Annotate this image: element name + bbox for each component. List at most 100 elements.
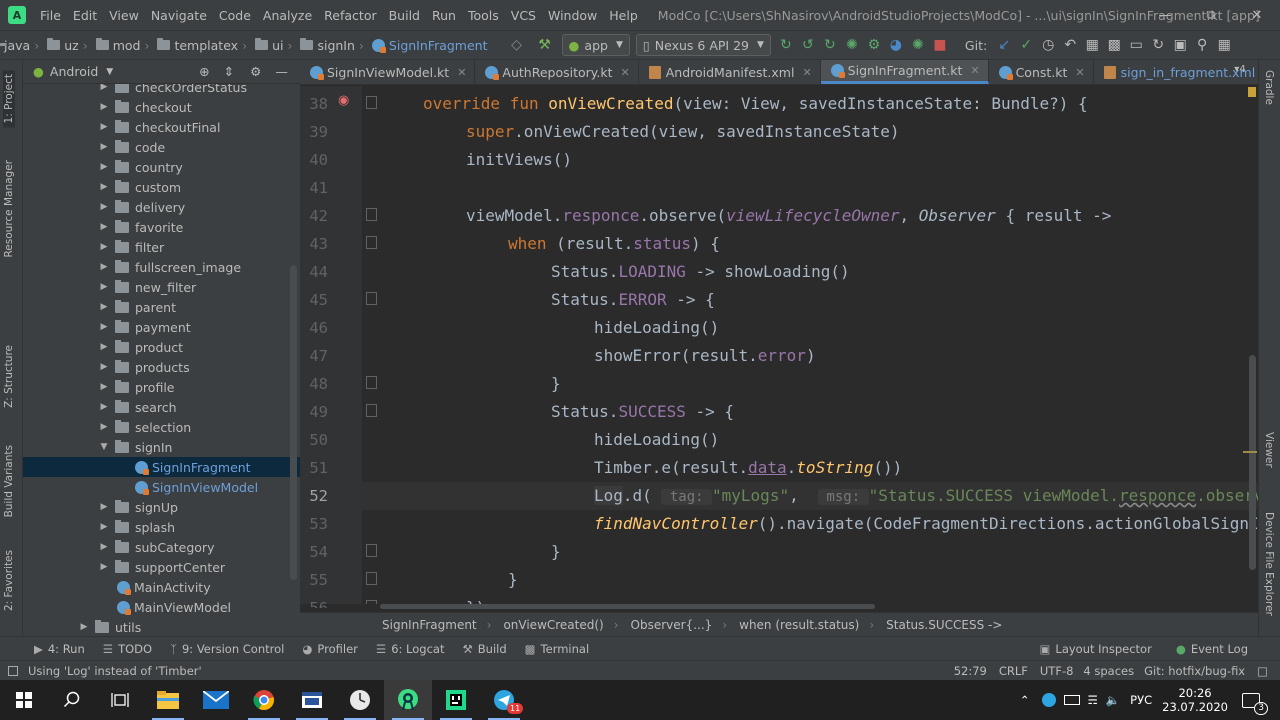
tab-androidmanifest-xml[interactable]: AndroidManifest.xml ✕: [639, 60, 821, 84]
coverage-icon[interactable]: ⚙: [863, 34, 885, 56]
toolwindow-profiler[interactable]: ◕ Profiler: [302, 642, 358, 656]
toolwindow-build[interactable]: ⚒ Build: [462, 642, 506, 656]
tab-resource-manager[interactable]: Resource Manager: [3, 160, 15, 258]
chevron-right-icon[interactable]: ▶: [99, 142, 109, 152]
tab-viewer[interactable]: Viewer: [1263, 432, 1275, 468]
indent-setting[interactable]: 4 spaces: [1083, 664, 1134, 678]
tree-item-selection[interactable]: ▶ selection: [23, 417, 300, 437]
clock-app-icon[interactable]: [336, 680, 384, 720]
tree-item-supportcenter[interactable]: ▶ supportCenter: [23, 557, 300, 577]
fold-icon[interactable]: [366, 404, 377, 417]
sdk-manager-icon[interactable]: ▩: [1103, 34, 1125, 56]
tree-item-profile[interactable]: ▶ profile: [23, 377, 300, 397]
tree-item-signin[interactable]: ▼ signIn: [23, 437, 300, 457]
apply-changes-icon[interactable]: ↻: [775, 34, 797, 56]
chevron-right-icon[interactable]: ▶: [79, 622, 89, 632]
tree-item-new-filter[interactable]: ▶ new_filter: [23, 277, 300, 297]
tree-item-filter[interactable]: ▶ filter: [23, 237, 300, 257]
chevron-down-icon[interactable]: ▼: [99, 442, 109, 452]
avd-manager-icon[interactable]: ▭: [1125, 34, 1147, 56]
tree-item-parent[interactable]: ▶ parent: [23, 297, 300, 317]
fold-icon[interactable]: [366, 376, 377, 389]
tree-item-delivery[interactable]: ▶ delivery: [23, 197, 300, 217]
git-commit-icon[interactable]: ✓: [1015, 34, 1037, 56]
tree-item-signinfragment[interactable]: SignInFragment: [23, 457, 300, 477]
tree-item-signinviewmodel[interactable]: SignInViewModel: [23, 477, 300, 497]
warning-marker-icon[interactable]: [1248, 87, 1256, 97]
chevron-right-icon[interactable]: ▶: [99, 102, 109, 112]
tree-item-checkoutfinal[interactable]: ▶ checkoutFinal: [23, 117, 300, 137]
task-view-icon[interactable]: [96, 680, 144, 720]
sync-gradle-icon[interactable]: ↻: [1147, 34, 1169, 56]
chevron-right-icon[interactable]: ▶: [99, 342, 109, 352]
close-tab-icon[interactable]: ✕: [621, 66, 630, 79]
chevron-right-icon[interactable]: ▶: [99, 242, 109, 252]
tree-item-checkout[interactable]: ▶ checkout: [23, 97, 300, 117]
editor-horizontal-scrollbar[interactable]: [380, 604, 875, 609]
git-rollback-icon[interactable]: ↶: [1059, 34, 1081, 56]
tree-item-fullscreen-image[interactable]: ▶ fullscreen_image: [23, 257, 300, 277]
tree-item-products[interactable]: ▶ products: [23, 357, 300, 377]
word-pad-icon[interactable]: [288, 680, 336, 720]
chevron-right-icon[interactable]: ▶: [99, 562, 109, 572]
pycharm-like-icon[interactable]: [432, 680, 480, 720]
lock-icon[interactable]: □: [1257, 664, 1268, 678]
toolwindow-layout-inspector[interactable]: ▣ Layout Inspector: [1040, 642, 1152, 656]
chevron-up-icon[interactable]: ⌃: [1020, 693, 1030, 707]
chevron-right-icon[interactable]: ▶: [99, 162, 109, 172]
stop-icon[interactable]: ■: [929, 34, 951, 56]
line-separator[interactable]: CRLF: [999, 664, 1028, 678]
menu-help[interactable]: Help: [603, 8, 644, 23]
git-branch[interactable]: Git: hotfix/bug-fix: [1144, 664, 1245, 678]
gear-icon[interactable]: ⚙: [250, 64, 261, 79]
hammer-icon[interactable]: ⚒: [534, 34, 556, 56]
debug-icon[interactable]: ✺: [841, 34, 863, 56]
override-marker-icon[interactable]: ◉: [338, 93, 349, 108]
menu-file[interactable]: File: [34, 8, 67, 23]
tabs-overflow[interactable]: ▾4: [1226, 64, 1254, 75]
network-icon[interactable]: ☴: [1088, 693, 1098, 707]
crumb-signinfragment[interactable]: SignInFragment: [364, 38, 488, 53]
tree-item-checkorderstatus[interactable]: ▶ checkOrderStatus: [23, 84, 300, 97]
close-tab-icon[interactable]: ✕: [1075, 66, 1084, 79]
run-icon[interactable]: ↻: [819, 34, 841, 56]
telegram-icon[interactable]: 11: [480, 680, 528, 720]
battery-icon[interactable]: [1063, 695, 1080, 705]
crumb-signin[interactable]: signIn ›: [292, 38, 364, 53]
chevron-right-icon[interactable]: ▶: [99, 182, 109, 192]
windows-start-icon[interactable]: [0, 680, 48, 720]
breadcrumb-observer[interactable]: Observer{...}: [619, 618, 723, 632]
breadcrumb-branch[interactable]: Status.SUCCESS ->: [874, 618, 1012, 632]
crumb-uz[interactable]: uz ›: [39, 38, 88, 53]
crumb-ui[interactable]: ui ›: [247, 38, 292, 53]
chevron-right-icon[interactable]: ▶: [99, 262, 109, 272]
caret-position[interactable]: 52:79: [954, 664, 987, 678]
breadcrumb-when[interactable]: when (result.status): [727, 618, 869, 632]
chevron-right-icon[interactable]: ▶: [99, 522, 109, 532]
notifications-icon[interactable]: 3: [1242, 692, 1268, 715]
close-tab-icon[interactable]: ✕: [970, 64, 979, 77]
crumb-mod[interactable]: mod ›: [88, 38, 149, 53]
hide-icon[interactable]: —: [275, 64, 288, 79]
fold-icon[interactable]: [366, 292, 377, 305]
breadcrumb-function[interactable]: onViewCreated(): [491, 618, 613, 632]
collapse-icon[interactable]: ⇕: [224, 64, 234, 79]
file-encoding[interactable]: UTF-8: [1040, 664, 1074, 678]
settings-icon[interactable]: ▦: [1213, 34, 1235, 56]
project-scrollbar[interactable]: [290, 265, 297, 580]
tab-authrepository-kt[interactable]: AuthRepository.kt ✕: [475, 60, 639, 84]
toolwindow-todo[interactable]: ☰ TODO: [103, 642, 152, 656]
menu-vcs[interactable]: VCS: [505, 8, 542, 23]
clock[interactable]: 20:26 23.07.2020: [1162, 686, 1228, 714]
tree-item-subcategory[interactable]: ▶ subCategory: [23, 537, 300, 557]
chevron-right-icon[interactable]: ▶: [99, 382, 109, 392]
tree-item-mainactivity[interactable]: MainActivity: [23, 577, 300, 597]
minimize-icon[interactable]: —: [1142, 0, 1188, 30]
tree-item-custom[interactable]: ▶ custom: [23, 177, 300, 197]
locate-icon[interactable]: ⊕: [199, 64, 209, 79]
tree-item-utils[interactable]: ▶ utils: [23, 617, 300, 636]
status-toggle-icon[interactable]: [8, 665, 18, 676]
file-explorer-icon[interactable]: [144, 680, 192, 720]
android-device-icon[interactable]: ▣: [1169, 34, 1191, 56]
tab-signinviewmodel-kt[interactable]: SignInViewModel.kt ✕: [300, 60, 476, 84]
